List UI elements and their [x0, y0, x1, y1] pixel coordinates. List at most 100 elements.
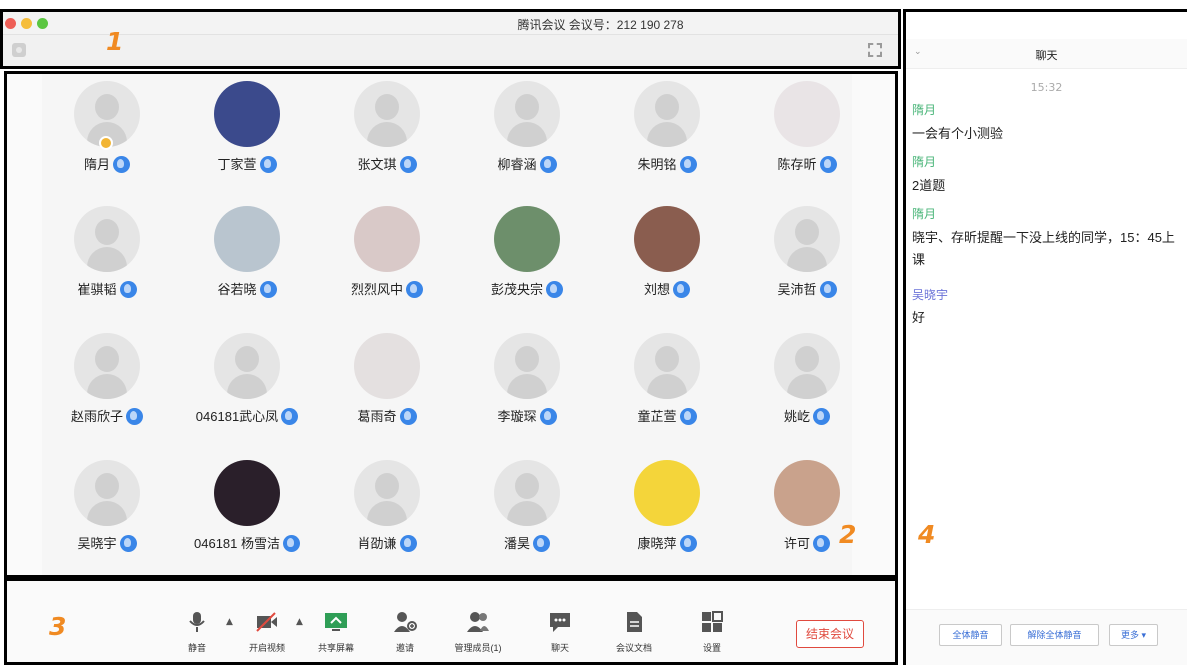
avatar — [494, 460, 560, 526]
participant-name-text: 姚屹 — [783, 409, 810, 424]
avatar — [774, 206, 840, 272]
participant-name: 046181 杨雪洁 — [182, 533, 312, 552]
participant-name: 康晓萍 — [602, 533, 732, 552]
end-meeting-button[interactable]: 结束会议 — [796, 620, 864, 648]
participant-name-text: 李璇琛 — [497, 409, 537, 424]
participant-name: 吴晓宇 — [42, 533, 172, 552]
participant-name: 李璇琛 — [462, 406, 592, 425]
mute-button[interactable]: 静音 — [162, 611, 232, 654]
participant-tile[interactable]: 046181 杨雪洁 — [182, 455, 312, 580]
participant-name-text: 046181 杨雪洁 — [194, 536, 280, 551]
participant-tile[interactable]: 吴沛哲 — [742, 201, 872, 326]
participant-tile[interactable]: 张文琪 — [322, 76, 452, 201]
participant-name: 丁家萱 — [182, 154, 312, 173]
settings-label: 设置 — [702, 643, 721, 653]
more-button[interactable]: 更多 ▾ — [1109, 624, 1158, 646]
participant-name-text: 潘昊 — [503, 536, 530, 551]
participant-tile[interactable]: 赵雨欣子 — [42, 328, 172, 453]
verified-icon — [259, 156, 277, 173]
annotation-number-1: 1 — [106, 27, 124, 56]
participant-tile[interactable]: 彭茂央宗 — [462, 201, 592, 326]
avatar — [774, 460, 840, 526]
participant-name-text: 赵雨欣子 — [70, 409, 123, 424]
participant-tile[interactable]: 烈烈风中 — [322, 201, 452, 326]
participant-grid: 隋月 丁家萱 张文琪 柳睿涵 朱明铭 陈存昕崔骐韬 谷若晓 烈烈风中 彭茂央宗 刘想 吴沛哲赵雨欣子… — [7, 74, 895, 575]
participant-tile[interactable]: 肖劭谦 — [322, 455, 452, 580]
meeting-toolbar: 静音 ▲ 开启视频 ▲ 共享屏幕 邀请 管理成员(1) 聊天 会议文档 设置 结… — [7, 581, 895, 662]
participant-name: 童芷萱 — [602, 406, 732, 425]
participant-name-text: 肖劭谦 — [357, 536, 397, 551]
share-screen-button[interactable]: 共享屏幕 — [301, 611, 371, 654]
avatar — [494, 81, 560, 147]
avatar — [354, 81, 420, 147]
participant-name-text: 吴晓宇 — [77, 536, 117, 551]
chat-panel: ⌄ 聊天 15:32 隋月 一会有个小测验 隋月 2道题 隋月 晓宇、存昕提醒一… — [906, 12, 1187, 665]
participant-tile[interactable]: 隋月 — [42, 76, 172, 201]
verified-icon — [679, 156, 697, 173]
participant-tile[interactable]: 046181武心凤 — [182, 328, 312, 453]
chat-icon — [548, 611, 572, 633]
participant-name: 赵雨欣子 — [42, 406, 172, 425]
verified-icon — [406, 281, 423, 298]
participant-tile[interactable]: 崔骐韬 — [42, 201, 172, 326]
participant-name-text: 许可 — [783, 536, 810, 551]
participant-name: 谷若晓 — [182, 279, 312, 298]
chat-sender: 隋月 — [912, 155, 937, 169]
unmute-all-button[interactable]: 解除全体静音 — [1010, 624, 1099, 646]
share-screen-label: 共享屏幕 — [317, 643, 354, 653]
verified-icon — [813, 535, 830, 552]
participant-name-text: 陈存昕 — [777, 157, 817, 172]
participant-tile[interactable]: 康晓萍 — [602, 455, 732, 580]
participant-name: 隋月 — [42, 154, 172, 173]
participant-tile[interactable]: 谷若晓 — [182, 201, 312, 326]
avatar — [494, 333, 560, 399]
annotation-number-4: 4 — [918, 520, 936, 549]
start-video-button[interactable]: 开启视频 — [232, 611, 302, 654]
participant-name: 肖劭谦 — [322, 533, 452, 552]
meeting-info-icon[interactable] — [12, 43, 26, 57]
participant-tile[interactable]: 姚屹 — [742, 328, 872, 453]
chat-button[interactable]: 聊天 — [525, 611, 595, 654]
participant-tile[interactable]: 李璇琛 — [462, 328, 592, 453]
participant-name: 彭茂央宗 — [462, 279, 592, 298]
avatar — [214, 333, 280, 399]
verified-icon — [126, 408, 143, 425]
settings-button[interactable]: 设置 — [677, 611, 747, 654]
avatar — [634, 460, 700, 526]
avatar — [214, 206, 280, 272]
meeting-docs-button[interactable]: 会议文档 — [599, 611, 669, 654]
participant-tile[interactable]: 潘昊 — [462, 455, 592, 580]
participant-name: 姚屹 — [742, 406, 872, 425]
participant-tile[interactable]: 刘想 — [602, 201, 732, 326]
participant-name-text: 崔骐韬 — [77, 282, 117, 297]
avatar — [774, 333, 840, 399]
members-icon — [466, 611, 490, 633]
manage-members-label: 管理成员(1) — [454, 643, 502, 653]
invite-button[interactable]: 邀请 — [370, 611, 440, 654]
avatar — [354, 206, 420, 272]
verified-icon — [399, 408, 417, 425]
participant-name: 烈烈风中 — [322, 279, 452, 298]
mute-all-button[interactable]: 全体静音 — [939, 624, 1002, 646]
chat-sender: 吴晓宇 — [912, 288, 949, 302]
chat-label: 聊天 — [550, 643, 569, 653]
manage-members-button[interactable]: 管理成员(1) — [443, 611, 513, 654]
chat-title: 聊天 — [1035, 49, 1058, 62]
participant-tile[interactable]: 陈存昕 — [742, 76, 872, 201]
verified-icon — [539, 156, 557, 173]
participant-tile[interactable]: 童芷萱 — [602, 328, 732, 453]
participant-tile[interactable]: 吴晓宇 — [42, 455, 172, 580]
video-off-icon — [255, 611, 279, 633]
participant-tile[interactable]: 丁家萱 — [182, 76, 312, 201]
participant-tile[interactable]: 许可 — [742, 455, 872, 580]
verified-icon — [546, 281, 563, 298]
participant-name: 葛雨奇 — [322, 406, 452, 425]
verified-icon — [679, 408, 697, 425]
participant-tile[interactable]: 葛雨奇 — [322, 328, 452, 453]
avatar — [74, 333, 140, 399]
participant-name-text: 张文琪 — [357, 157, 397, 172]
participant-name-text: 柳睿涵 — [497, 157, 537, 172]
fullscreen-icon[interactable] — [868, 43, 882, 57]
participant-tile[interactable]: 柳睿涵 — [462, 76, 592, 201]
participant-tile[interactable]: 朱明铭 — [602, 76, 732, 201]
